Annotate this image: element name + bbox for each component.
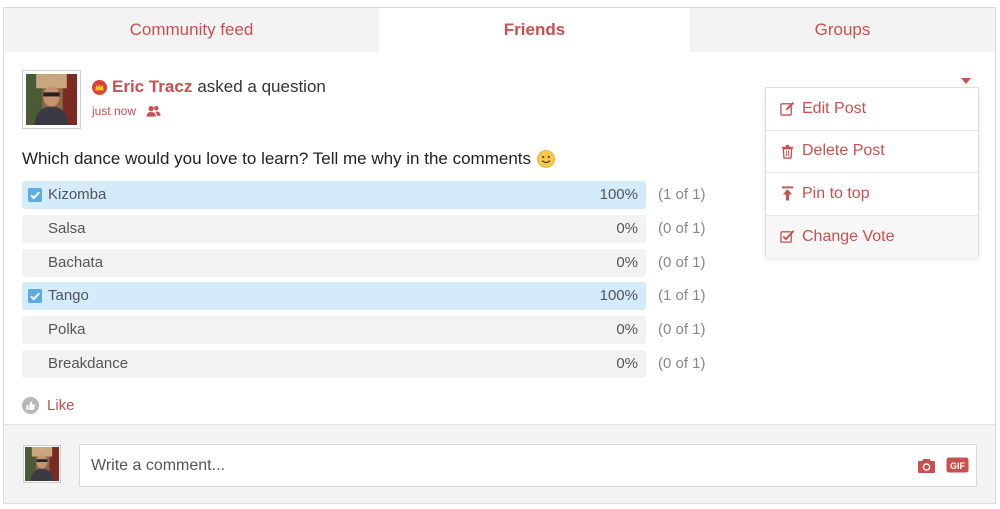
poll-option-percent: 0%: [616, 321, 638, 339]
thumbs-up-icon: [22, 397, 39, 414]
checkbox-checked-icon[interactable]: [28, 188, 42, 202]
poll-option-bar[interactable]: Bachata 0%: [22, 248, 646, 277]
poll-option-count: (1 of 1): [658, 186, 706, 203]
feed-panel: Community feed Friends Groups Eric Tracz…: [3, 7, 996, 504]
author-avatar[interactable]: [22, 70, 81, 129]
poll-option[interactable]: Kizomba 100% (1 of 1): [22, 181, 742, 209]
poll-option-count: (1 of 1): [658, 287, 706, 305]
poll-option[interactable]: Bachata 0% (0 of 1): [22, 248, 742, 277]
poll-option-label: Breakdance: [48, 354, 129, 372]
poll-option-count: (0 of 1): [658, 219, 706, 237]
poll-option-label: Kizomba: [48, 186, 107, 203]
post-header: Eric Tracz asked a question: [92, 77, 326, 97]
comment-input[interactable]: [79, 444, 977, 487]
gif-icon[interactable]: GIF: [946, 457, 969, 473]
poll-option-label: Tango: [48, 287, 89, 305]
poll-option-fill: [22, 181, 646, 209]
poll-option-count: (0 of 1): [658, 354, 706, 372]
poll-option-percent: 100%: [599, 186, 638, 203]
post-timestamp[interactable]: just now: [92, 104, 136, 118]
poll-option-bar[interactable]: Tango 100%: [22, 282, 646, 311]
poll-option-label: Polka: [48, 321, 86, 339]
poll-option-count: (0 of 1): [658, 321, 706, 339]
poll-option-bar[interactable]: Polka 0%: [22, 316, 646, 345]
edit-icon: [780, 102, 795, 116]
smile-emoji-icon: [537, 150, 555, 168]
poll-option-percent: 0%: [616, 253, 638, 271]
pin-icon: [781, 186, 794, 201]
menu-item-change-vote[interactable]: Change Vote: [766, 215, 978, 258]
menu-item-label: Delete Post: [802, 142, 885, 160]
post-meta: just now: [92, 104, 161, 118]
like-label: Like: [47, 397, 75, 414]
poll-option[interactable]: Tango 100% (1 of 1): [22, 282, 742, 311]
svg-text:GIF: GIF: [950, 461, 966, 471]
poll-option-label: Bachata: [48, 253, 104, 271]
current-user-photo: [25, 447, 59, 481]
poll-option-bar[interactable]: Salsa 0%: [22, 214, 646, 243]
like-button[interactable]: Like: [22, 397, 75, 414]
author-name[interactable]: Eric Tracz: [112, 77, 192, 97]
poll-option-percent: 0%: [616, 219, 638, 237]
friends-icon: [146, 105, 161, 117]
menu-item-label: Pin to top: [802, 184, 870, 202]
post-options-menu: Edit Post Delete Post Pin to top Change …: [765, 87, 979, 258]
poll-question-text: Which dance would you love to learn? Tel…: [22, 149, 531, 168]
menu-item-pin-to-top[interactable]: Pin to top: [766, 173, 978, 216]
checkbox-icon: [780, 230, 795, 244]
menu-item-label: Change Vote: [802, 227, 895, 245]
poll-option[interactable]: Salsa 0% (0 of 1): [22, 214, 742, 243]
tab-friends[interactable]: Friends: [379, 8, 690, 52]
tab-groups[interactable]: Groups: [690, 8, 995, 52]
poll-option-percent: 0%: [616, 354, 638, 372]
poll-option-bar[interactable]: Breakdance 0%: [22, 349, 646, 378]
poll-option-percent: 100%: [599, 287, 638, 305]
comment-composer: GIF: [4, 424, 995, 503]
camera-icon[interactable]: [917, 458, 936, 474]
current-user-avatar: [23, 445, 61, 483]
poll-option-label: Salsa: [48, 219, 86, 237]
post-action-text: asked a question: [197, 77, 326, 96]
poll-option-bar[interactable]: Kizomba 100%: [22, 181, 646, 209]
poll-option-fill: [22, 282, 646, 311]
menu-item-edit-post[interactable]: Edit Post: [766, 88, 978, 131]
checkbox-checked-icon[interactable]: [28, 289, 42, 304]
feed-tabs: Community feed Friends Groups: [4, 8, 995, 52]
poll-options: Kizomba 100% (1 of 1) Salsa 0% (0 of 1) Bachat…: [22, 181, 742, 384]
trash-icon: [781, 144, 794, 159]
author-photo: [26, 74, 77, 125]
post-options-caret-icon[interactable]: [959, 76, 973, 86]
poll-question: Which dance would you love to learn? Tel…: [22, 149, 555, 169]
poll-option[interactable]: Breakdance 0% (0 of 1): [22, 349, 742, 378]
poll-option[interactable]: Polka 0% (0 of 1): [22, 316, 742, 345]
tab-community-feed[interactable]: Community feed: [4, 8, 379, 52]
menu-item-label: Edit Post: [802, 99, 867, 117]
poll-option-count: (0 of 1): [658, 253, 706, 271]
menu-item-delete-post[interactable]: Delete Post: [766, 131, 978, 173]
crown-badge-icon: [92, 79, 107, 95]
